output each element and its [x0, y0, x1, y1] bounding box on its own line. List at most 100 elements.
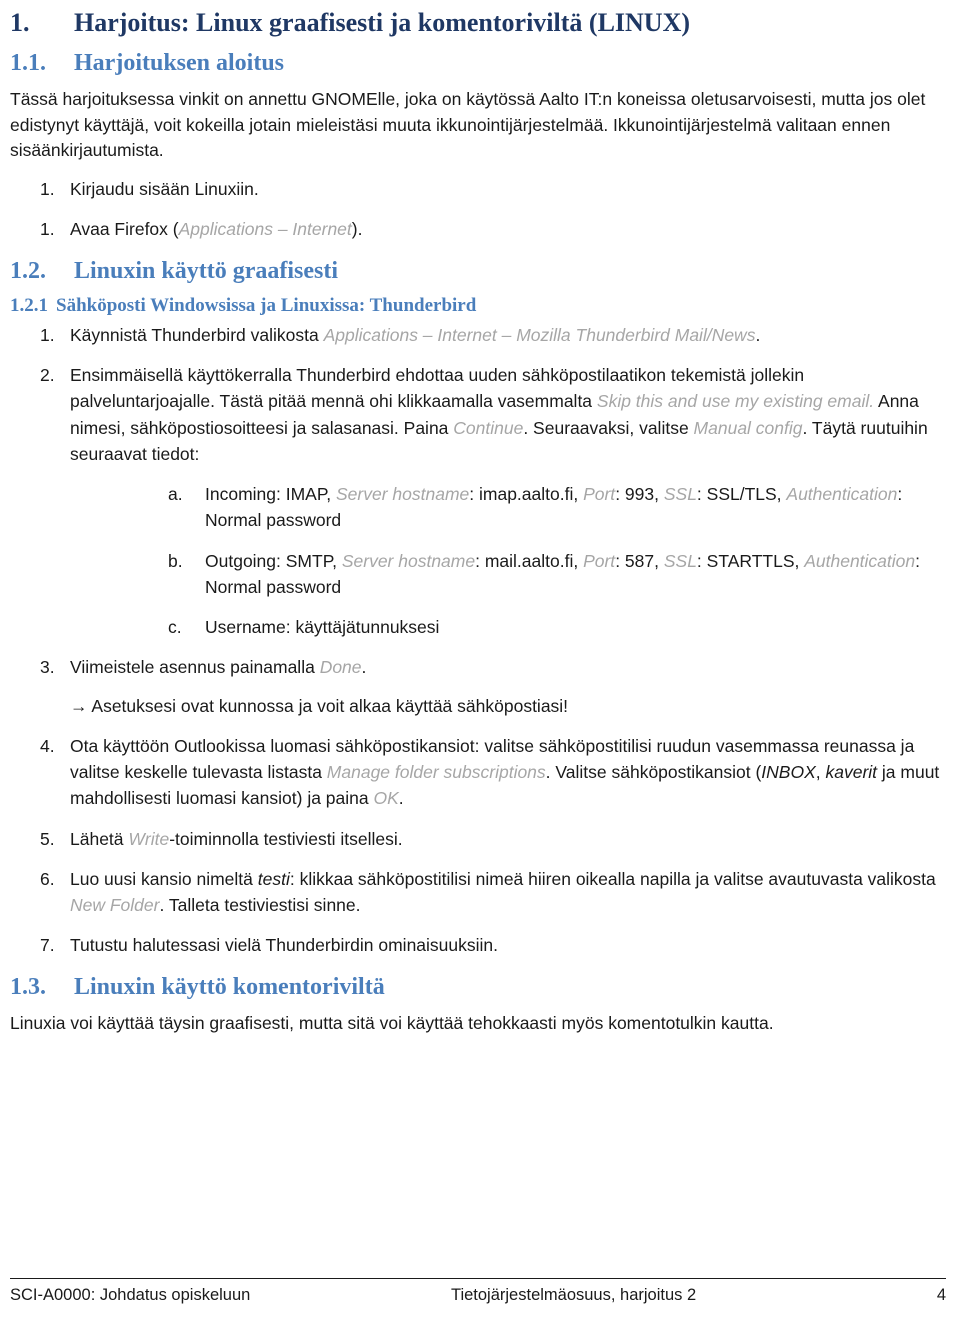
ui-option-skip: Skip this and use my existing email.	[596, 391, 875, 412]
text-segment: . Talleta testiviestisi sinne.	[159, 895, 361, 915]
document-page: 1. Harjoitus: Linux graafisesti ja komen…	[0, 0, 960, 1319]
list-item: 1. Kirjaudu sisään Linuxiin.	[40, 176, 946, 202]
text-segment: Incoming: IMAP,	[205, 484, 336, 504]
text-segment: ,	[815, 762, 826, 782]
heading-1-1-number: 1.1.	[10, 49, 46, 76]
text-segment: : 993,	[615, 484, 664, 504]
field-label-authentication: Authentication	[804, 550, 916, 571]
heading-1-2: 1.2. Linuxin käyttö graafisesti	[10, 257, 946, 285]
text-segment: : mail.aalto.fi,	[475, 550, 584, 571]
folder-name-kaverit: kaverit	[825, 762, 878, 782]
text-segment: : imap.aalto.fi,	[469, 484, 584, 504]
field-label-port: Port	[583, 484, 616, 504]
ui-button-ok: OK	[373, 788, 399, 809]
text-segment: : 587,	[615, 550, 664, 571]
text-segment: Käynnistä Thunderbird valikosta	[70, 324, 324, 345]
list-marker: 4.	[40, 735, 55, 756]
heading-1-2-number: 1.2.	[10, 257, 46, 284]
sublist-item-text: Username: käyttäjätunnuksesi	[205, 617, 440, 637]
heading-1-2-1-number: 1.2.1	[10, 294, 48, 316]
text-segment: Avaa Firefox (	[70, 219, 179, 240]
ui-menu-manage-folder-subscriptions: Manage folder subscriptions	[326, 762, 546, 782]
text-segment: ).	[351, 219, 363, 240]
text-segment: -toiminnolla testiviesti itsellesi.	[169, 828, 403, 849]
sublist-marker: b.	[168, 550, 183, 571]
ui-button-write: Write	[128, 828, 170, 849]
footer-title: Tietojärjestelmäosuus, harjoitus 2	[450, 1286, 697, 1304]
list-item: 1. Käynnistä Thunderbird valikosta Appli…	[40, 322, 946, 348]
text-segment: Viimeistele asennus painamalla	[70, 657, 320, 678]
list-item-text: Lähetä Write-toiminnolla testiviesti its…	[70, 829, 403, 849]
footer-course-code: SCI-A0000: Johdatus opiskeluun	[10, 1286, 251, 1304]
list-item-text: Kirjaudu sisään Linuxiin.	[70, 179, 259, 200]
sublist-item-text: Outgoing: SMTP, Server hostname: mail.aa…	[205, 551, 920, 597]
list-item-text: Ota käyttöön Outlookissa luomasi sähköpo…	[70, 736, 939, 809]
ui-menu-new-folder: New Folder	[70, 895, 160, 915]
text-segment: . Seuraavaksi, valitse	[523, 417, 694, 438]
heading-1: 1. Harjoitus: Linux graafisesti ja komen…	[10, 8, 946, 39]
field-label-authentication: Authentication	[786, 484, 898, 504]
text-segment: Luo uusi kansio nimeltä	[70, 868, 258, 889]
heading-1-title: Harjoitus: Linux graafisesti ja komentor…	[74, 8, 691, 37]
heading-1-3-title: Linuxin käyttö komentoriviltä	[74, 973, 385, 1000]
ui-button-continue: Continue	[453, 417, 524, 438]
folder-name-testi: testi	[257, 868, 290, 889]
text-segment: .	[361, 657, 367, 678]
text-segment: : SSL/TLS,	[696, 484, 787, 504]
field-label-server-hostname: Server hostname	[341, 550, 476, 571]
sublist-marker: a.	[168, 484, 183, 504]
list-item: 4. Ota käyttöön Outlookissa luomasi sähk…	[40, 733, 946, 812]
text-segment: Outgoing: SMTP,	[205, 550, 342, 571]
text-segment: : STARTTLS,	[696, 550, 805, 571]
text-segment: Lähetä	[70, 828, 129, 849]
list-marker: 3.	[40, 657, 55, 678]
list-item: 1. Avaa Firefox (Applications – Internet…	[40, 216, 946, 242]
ui-button-manual-config: Manual config	[693, 417, 803, 438]
list-marker: 1.	[40, 179, 55, 200]
heading-1-2-title: Linuxin käyttö graafisesti	[74, 257, 339, 284]
text-segment: .	[755, 324, 761, 345]
text-segment: .	[398, 788, 404, 809]
list-item-text: Ensimmäisellä käyttökerralla Thunderbird…	[70, 365, 928, 464]
field-label-server-hostname: Server hostname	[336, 484, 470, 504]
list-item: 7. Tutustu halutessasi vielä Thunderbird…	[40, 932, 946, 958]
field-label-port: Port	[583, 550, 616, 571]
folder-name-inbox: INBOX	[761, 762, 816, 782]
sublist-marker: c.	[168, 617, 182, 637]
list-item: 3. Viimeistele asennus painamalla Done. …	[40, 654, 946, 719]
heading-1-3-number: 1.3.	[10, 973, 46, 1000]
list-item-text: Avaa Firefox (Applications – Internet).	[70, 219, 362, 239]
sublist-item: c. Username: käyttäjätunnuksesi	[168, 614, 946, 640]
list-item-text: Viimeistele asennus painamalla Done.	[70, 657, 366, 677]
sublist-item: b. Outgoing: SMTP, Server hostname: mail…	[168, 548, 946, 601]
page-footer: SCI-A0000: Johdatus opiskeluun Tietojärj…	[10, 1278, 946, 1305]
ui-button-done: Done	[319, 657, 362, 678]
heading-1-3: 1.3. Linuxin käyttö komentoriviltä	[10, 973, 946, 1001]
list-item-text: Käynnistä Thunderbird valikosta Applicat…	[70, 325, 760, 345]
list-marker: 2.	[40, 365, 55, 385]
section-1-2-1-list: 1. Käynnistä Thunderbird valikosta Appli…	[40, 322, 946, 959]
ui-path-label: Applications – Internet – Mozilla Thunde…	[323, 324, 756, 345]
list-marker: 5.	[40, 828, 55, 849]
field-label-ssl: SSL	[663, 550, 697, 571]
section-1-1-list: 1. Kirjaudu sisään Linuxiin. 1. Avaa Fir…	[40, 176, 946, 243]
text-segment: . Valitse sähköpostikansiot (	[545, 762, 762, 782]
sublist-item-text: Incoming: IMAP, Server hostname: imap.aa…	[205, 484, 902, 530]
list-marker: 6.	[40, 868, 55, 889]
sublist-item: a. Incoming: IMAP, Server hostname: imap…	[168, 481, 946, 534]
section-1-1-intro: Tässä harjoituksessa vinkit on annettu G…	[10, 88, 926, 161]
heading-1-1-title: Harjoituksen aloitus	[74, 49, 285, 76]
heading-1-number: 1.	[10, 8, 30, 37]
section-1-2-1-sublist: a. Incoming: IMAP, Server hostname: imap…	[168, 481, 946, 640]
footer-page-number: 4	[936, 1286, 946, 1304]
list-item: 6. Luo uusi kansio nimeltä testi: klikka…	[40, 866, 946, 919]
heading-1-2-1: 1.2.1 Sähköposti Windowsissa ja Linuxiss…	[10, 295, 946, 318]
list-item: 5. Lähetä Write-toiminnolla testiviesti …	[40, 826, 946, 852]
list-item: 2. Ensimmäisellä käyttökerralla Thunderb…	[40, 362, 946, 640]
list-item-text: Luo uusi kansio nimeltä testi: klikkaa s…	[70, 869, 936, 915]
list-marker: 1.	[40, 219, 55, 240]
heading-1-1: 1.1. Harjoituksen aloitus	[10, 49, 946, 77]
list-marker: 1.	[40, 324, 55, 345]
list-item-text: Tutustu halutessasi vielä Thunderbirdin …	[70, 935, 499, 956]
list-marker: 7.	[40, 935, 55, 956]
